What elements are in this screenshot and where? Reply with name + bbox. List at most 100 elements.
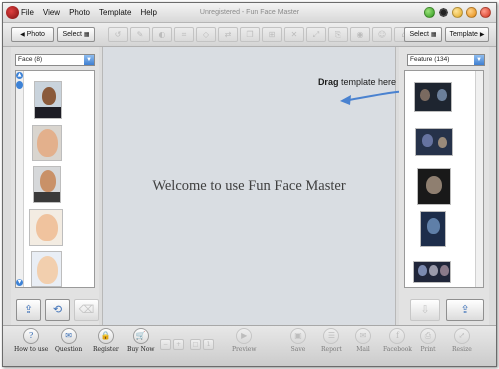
face-image — [40, 170, 56, 192]
face-list: ▲ ▼ — [15, 70, 95, 288]
flip-icon[interactable]: ⇄ — [218, 27, 238, 42]
chevron-down-icon: ▼ — [84, 55, 94, 65]
close-button[interactable] — [480, 7, 491, 18]
delete-icon[interactable]: ✕ — [284, 27, 304, 42]
template-thumbnail[interactable] — [414, 82, 452, 112]
face-thumbnail[interactable] — [29, 209, 63, 246]
resize-icon[interactable]: ⤢ — [306, 27, 326, 42]
select-photo-button[interactable]: Select ▦ — [57, 27, 95, 42]
scroll-up-icon[interactable]: ▲ — [16, 72, 23, 79]
gear-icon[interactable] — [438, 7, 449, 18]
template-figure — [440, 265, 449, 276]
face-image — [37, 256, 58, 284]
report-icon: ☰ — [323, 328, 340, 344]
face-category-dropdown[interactable]: Face (8) ▼ — [15, 54, 95, 66]
scroll-thumb[interactable] — [16, 81, 23, 89]
bottom-bar: ? How to use ✉ Question 🔒 Register 🛒 Buy… — [3, 325, 496, 366]
face-thumbnail[interactable] — [34, 81, 62, 119]
report-button[interactable]: ☰ Report — [321, 328, 342, 353]
rotate-icon[interactable]: ↺ — [108, 27, 128, 42]
maximize-button[interactable] — [466, 7, 477, 18]
template-figure — [427, 218, 440, 234]
template-figure — [420, 89, 430, 101]
help-icon: ? — [23, 328, 40, 344]
template-figure — [438, 137, 447, 148]
buy-now-button[interactable]: 🛒 Buy Now — [127, 328, 155, 353]
back-arrow-icon: ◀ — [20, 32, 25, 38]
face-thumbnail[interactable] — [32, 125, 62, 161]
how-to-use-button[interactable]: ? How to use — [14, 328, 48, 353]
printer-icon: ⎙ — [420, 328, 436, 344]
actual-size-icon[interactable]: 1 — [203, 339, 214, 350]
template-thumbnail[interactable] — [420, 211, 446, 247]
template-list-scrollbar[interactable] — [475, 71, 483, 287]
template-figure — [437, 89, 447, 101]
facebook-icon: f — [389, 328, 406, 344]
lock-icon: 🔒 — [97, 328, 114, 344]
mask-icon[interactable]: ◇ — [196, 27, 216, 42]
template-figure — [418, 265, 427, 276]
save-icon: ▣ — [290, 328, 306, 344]
question-button[interactable]: ✉ Question — [55, 328, 82, 353]
save-button[interactable]: ▣ Save — [290, 328, 306, 353]
register-button[interactable]: 🔒 Register — [93, 328, 119, 353]
remove-template-button[interactable]: ⇩ — [410, 299, 440, 321]
template-category-dropdown[interactable]: Feature (134) ▼ — [407, 54, 485, 66]
window-title: Unregistered - Fun Face Master — [199, 9, 300, 16]
zoom-in-icon[interactable]: + — [173, 339, 184, 350]
update-icon[interactable] — [424, 7, 435, 18]
face-detect-button[interactable]: ⟲ — [45, 299, 70, 321]
adjust-icon[interactable]: ◐ — [152, 27, 172, 42]
face-image — [36, 214, 58, 241]
drag-hint-bold: Drag — [317, 77, 339, 87]
template-thumbnail[interactable] — [415, 128, 453, 156]
face-image — [37, 129, 58, 157]
face-thumbnail[interactable] — [31, 251, 62, 287]
minimize-button[interactable] — [452, 7, 463, 18]
drag-hint-rest: template here — [338, 77, 396, 87]
toolbar: ◀ Photo Select ▦ ↺ ✎ ◐ ⌗ ◇ ⇄ ❐ ⊞ ✕ ⤢ ⎘ ◉… — [3, 23, 496, 47]
eye-icon[interactable]: ◉ — [350, 27, 370, 42]
preview-button[interactable]: ▶ Preview — [232, 328, 256, 353]
template-panel: Feature (134) ▼ ⇩ ⇪ — [399, 47, 489, 325]
suit-shape — [34, 191, 60, 202]
remove-photo-button[interactable]: ⌫ — [74, 299, 99, 321]
template-button[interactable]: Template ▶ — [445, 27, 489, 42]
template-thumbnail[interactable] — [413, 261, 451, 283]
print-button[interactable]: ⎙ Print — [420, 328, 436, 353]
template-figure — [422, 134, 433, 147]
add-template-button[interactable]: ⇪ — [446, 299, 484, 321]
select-template-button[interactable]: Select ▦ — [404, 27, 442, 42]
crop-icon[interactable]: ⌗ — [174, 27, 194, 42]
edit-tools-strip: ↺ ✎ ◐ ⌗ ◇ ⇄ ❐ ⊞ ✕ ⤢ ⎘ ◉ ☺ ⌂ — [108, 27, 414, 42]
face-panel: Face (8) ▼ ▲ ▼ ⇪ ⟲ ⌫ — [11, 47, 99, 325]
add-photo-button[interactable]: ⇪ — [16, 299, 41, 321]
title-bar: File View Photo Template Help Unregister… — [3, 3, 496, 23]
photo-button[interactable]: ◀ Photo — [11, 27, 54, 42]
pencil-icon[interactable]: ✎ — [130, 27, 150, 42]
template-thumbnail[interactable] — [417, 168, 451, 205]
template-list — [404, 70, 484, 288]
copy-icon[interactable]: ⎘ — [328, 27, 348, 42]
chat-icon: ✉ — [60, 328, 77, 344]
forward-arrow-icon: ▶ — [479, 32, 485, 38]
grid-icon: ▦ — [430, 32, 437, 38]
layers-icon[interactable]: ❐ — [240, 27, 260, 42]
play-icon: ▶ — [236, 328, 253, 344]
title-controls — [424, 7, 491, 18]
resize-button[interactable]: ⤢ Resize — [452, 328, 472, 353]
mail-icon: ✉ — [355, 328, 371, 344]
face-list-scrollbar[interactable]: ▲ ▼ — [16, 71, 24, 287]
app-window: File View Photo Template Help Unregister… — [2, 2, 497, 367]
mail-button[interactable]: ✉ Mail — [355, 328, 371, 353]
scroll-down-icon[interactable]: ▼ — [16, 279, 23, 286]
template-figure — [426, 176, 442, 194]
fit-icon[interactable]: □ — [190, 339, 201, 350]
grid-edit-icon[interactable]: ⊞ — [262, 27, 282, 42]
zoom-out-icon[interactable]: − — [160, 339, 171, 350]
grid-icon: ▦ — [83, 32, 90, 38]
drag-hint: Drag template here — [318, 77, 396, 87]
face-thumbnail[interactable] — [33, 166, 61, 203]
facebook-button[interactable]: f Facebook — [383, 328, 412, 353]
person-icon[interactable]: ☺ — [372, 27, 392, 42]
